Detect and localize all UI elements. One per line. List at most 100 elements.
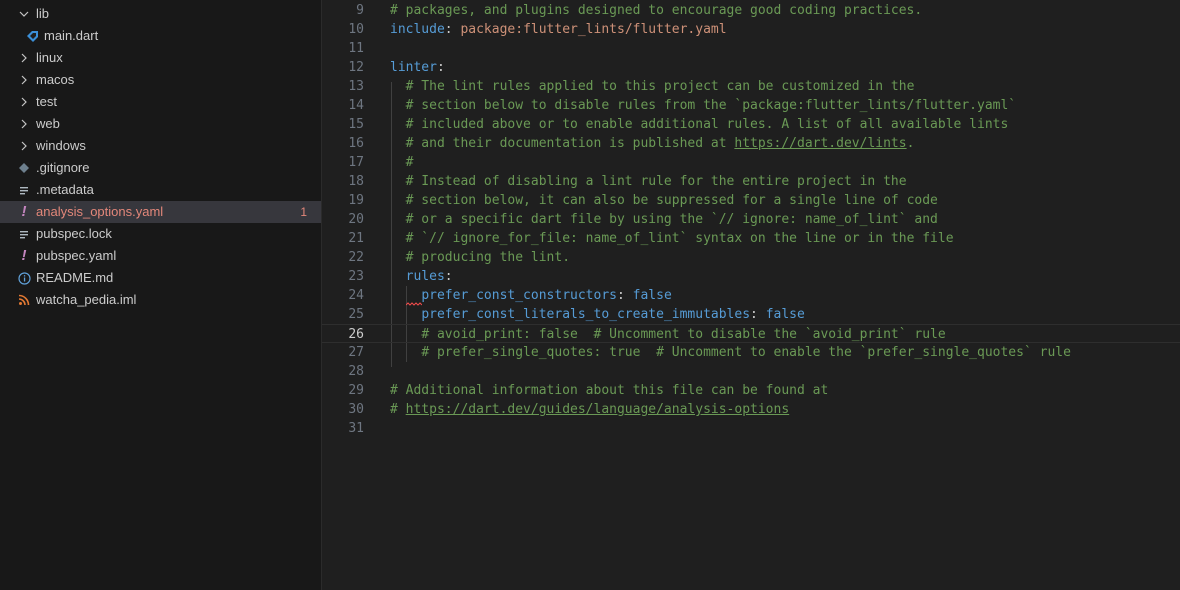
code-line-11[interactable]: 11	[322, 39, 1180, 58]
code-line-31[interactable]: 31	[322, 419, 1180, 438]
line-number: 12	[348, 60, 364, 75]
code-line-9[interactable]: 9 # packages, and plugins designed to enc…	[322, 1, 1180, 20]
line-text: # section below, it can also be suppress…	[405, 193, 938, 208]
line-text: rules:	[405, 269, 453, 284]
line-number: 31	[348, 421, 364, 436]
line-number: 22	[348, 250, 364, 265]
line-number: 13	[348, 79, 364, 94]
line-number: 17	[348, 155, 364, 170]
line-number: 21	[348, 231, 364, 246]
tree-item-analysis-options-yaml[interactable]: ! analysis_options.yaml 1	[0, 201, 321, 223]
tree-item-pubspec-lock[interactable]: pubspec.lock	[0, 223, 321, 245]
line-text: # avoid_print: false # Uncomment to disa…	[421, 327, 946, 342]
code-line-20[interactable]: 20 # or a specific dart file by using th…	[322, 210, 1180, 229]
line-text: # section below to disable rules from th…	[405, 98, 1017, 113]
line-number: 29	[348, 383, 364, 398]
line-number: 18	[348, 174, 364, 189]
code-line-28[interactable]: 28	[322, 362, 1180, 381]
line-text: # packages, and plugins designed to enco…	[390, 3, 923, 18]
line-number: 24	[348, 288, 364, 303]
tree-item-macos[interactable]: macos	[0, 69, 321, 91]
line-text: #	[405, 155, 414, 170]
tree-item-label: test	[36, 94, 57, 109]
lines-icon	[16, 223, 32, 245]
tree-item-linux[interactable]: linux	[0, 47, 321, 69]
rss-icon	[16, 289, 32, 311]
tree-item-watcha-pedia-iml[interactable]: watcha_pedia.iml	[0, 289, 321, 311]
tree-item-gitignore[interactable]: .gitignore	[0, 157, 321, 179]
code-line-23[interactable]: 23 rules:	[322, 267, 1180, 286]
tree-item-label: pubspec.lock	[36, 226, 112, 241]
chevron-right-icon	[16, 47, 32, 69]
code-line-29[interactable]: 29 # Additional information about this fi…	[322, 381, 1180, 400]
code-line-17[interactable]: 17 #	[322, 153, 1180, 172]
chevron-right-icon	[16, 91, 32, 113]
tree-item-pubspec-yaml[interactable]: ! pubspec.yaml	[0, 245, 321, 267]
line-text: # Additional information about this file…	[390, 383, 829, 398]
line-text: # prefer_single_quotes: true # Uncomment…	[421, 345, 1071, 360]
code-line-30[interactable]: 30 # https://dart.dev/guides/language/ana…	[322, 400, 1180, 419]
tree-item-label: .gitignore	[36, 160, 90, 175]
code-line-12[interactable]: 12 linter:	[322, 58, 1180, 77]
line-number: 15	[348, 117, 364, 132]
line-text: # https://dart.dev/guides/language/analy…	[390, 402, 790, 417]
line-number: 20	[348, 212, 364, 227]
code-line-15[interactable]: 15 # included above or to enable additio…	[322, 115, 1180, 134]
info-icon	[16, 267, 32, 289]
tree-item-label: macos	[36, 72, 75, 87]
tree-item-metadata[interactable]: .metadata	[0, 179, 321, 201]
line-text: # and their documentation is published a…	[405, 136, 915, 151]
tree-item-test[interactable]: test	[0, 91, 321, 113]
code-line-25[interactable]: 25 prefer_const_literals_to_create_immut…	[322, 305, 1180, 324]
code-line-26[interactable]: 26 # avoid_print: false # Uncomment to d…	[322, 324, 1180, 343]
line-text: linter:	[390, 60, 445, 75]
yaml-icon: !	[21, 247, 27, 264]
code-line-21[interactable]: 21 # `// ignore_for_file: name_of_lint` …	[322, 229, 1180, 248]
code-line-14[interactable]: 14 # section below to disable rules from…	[322, 96, 1180, 115]
code-line-18[interactable]: 18 # Instead of disabling a lint rule fo…	[322, 172, 1180, 191]
chevron-down-icon	[16, 3, 32, 25]
line-text: # Instead of disabling a lint rule for t…	[405, 174, 907, 189]
line-number: 26	[348, 327, 364, 342]
code-line-10[interactable]: 10 include: package:flutter_lints/flutter…	[322, 20, 1180, 39]
tree-item-label: linux	[36, 50, 63, 65]
tree-item-label: pubspec.yaml	[36, 248, 117, 263]
code-line-19[interactable]: 19 # section below, it can also be suppr…	[322, 191, 1180, 210]
tree-item-main-dart[interactable]: main.dart	[0, 25, 321, 47]
code-line-22[interactable]: 22 # producing the lint.	[322, 248, 1180, 267]
dart-icon	[24, 25, 40, 47]
code-line-13[interactable]: 13 # The lint rules applied to this proj…	[322, 77, 1180, 96]
tree-item-label: web	[36, 116, 60, 131]
code-line-16[interactable]: 16 # and their documentation is publishe…	[322, 134, 1180, 153]
tree-item-readme-md[interactable]: README.md	[0, 267, 321, 289]
chevron-right-icon	[16, 69, 32, 91]
line-number: 14	[348, 98, 364, 113]
line-number: 23	[348, 269, 364, 284]
chevron-right-icon	[16, 135, 32, 157]
tree-item-web[interactable]: web	[0, 113, 321, 135]
tree-item-label: lib	[36, 6, 50, 21]
chevron-right-icon	[16, 113, 32, 135]
line-number: 19	[348, 193, 364, 208]
line-text: # The lint rules applied to this project…	[405, 79, 915, 94]
line-text: # `// ignore_for_file: name_of_lint` syn…	[405, 231, 954, 246]
tree-item-label: windows	[36, 138, 86, 153]
tree-item-lib[interactable]: lib	[0, 3, 321, 25]
code-line-27[interactable]: 27 # prefer_single_quotes: true # Uncomm…	[322, 343, 1180, 362]
line-number: 16	[348, 136, 364, 151]
line-text: prefer_const_constructors: false	[421, 288, 672, 303]
tree-item-label: README.md	[36, 270, 114, 285]
lines-icon	[16, 179, 32, 201]
line-number: 30	[348, 402, 364, 417]
tree-item-label: watcha_pedia.iml	[36, 292, 137, 307]
tree-item-windows[interactable]: windows	[0, 135, 321, 157]
code-line-24[interactable]: 24 prefer_const_constructors: false	[322, 286, 1180, 305]
tree-item-label: .metadata	[36, 182, 94, 197]
code-editor[interactable]: 9 # packages, and plugins designed to enc…	[322, 0, 1180, 590]
line-text: # included above or to enable additional…	[405, 117, 1009, 132]
yaml-warning-icon: !	[21, 203, 27, 220]
line-number: 10	[348, 22, 364, 37]
line-text: prefer_const_literals_to_create_immutabl…	[421, 307, 805, 322]
problem-count-badge: 1	[300, 205, 307, 219]
line-number: 9	[356, 3, 364, 18]
